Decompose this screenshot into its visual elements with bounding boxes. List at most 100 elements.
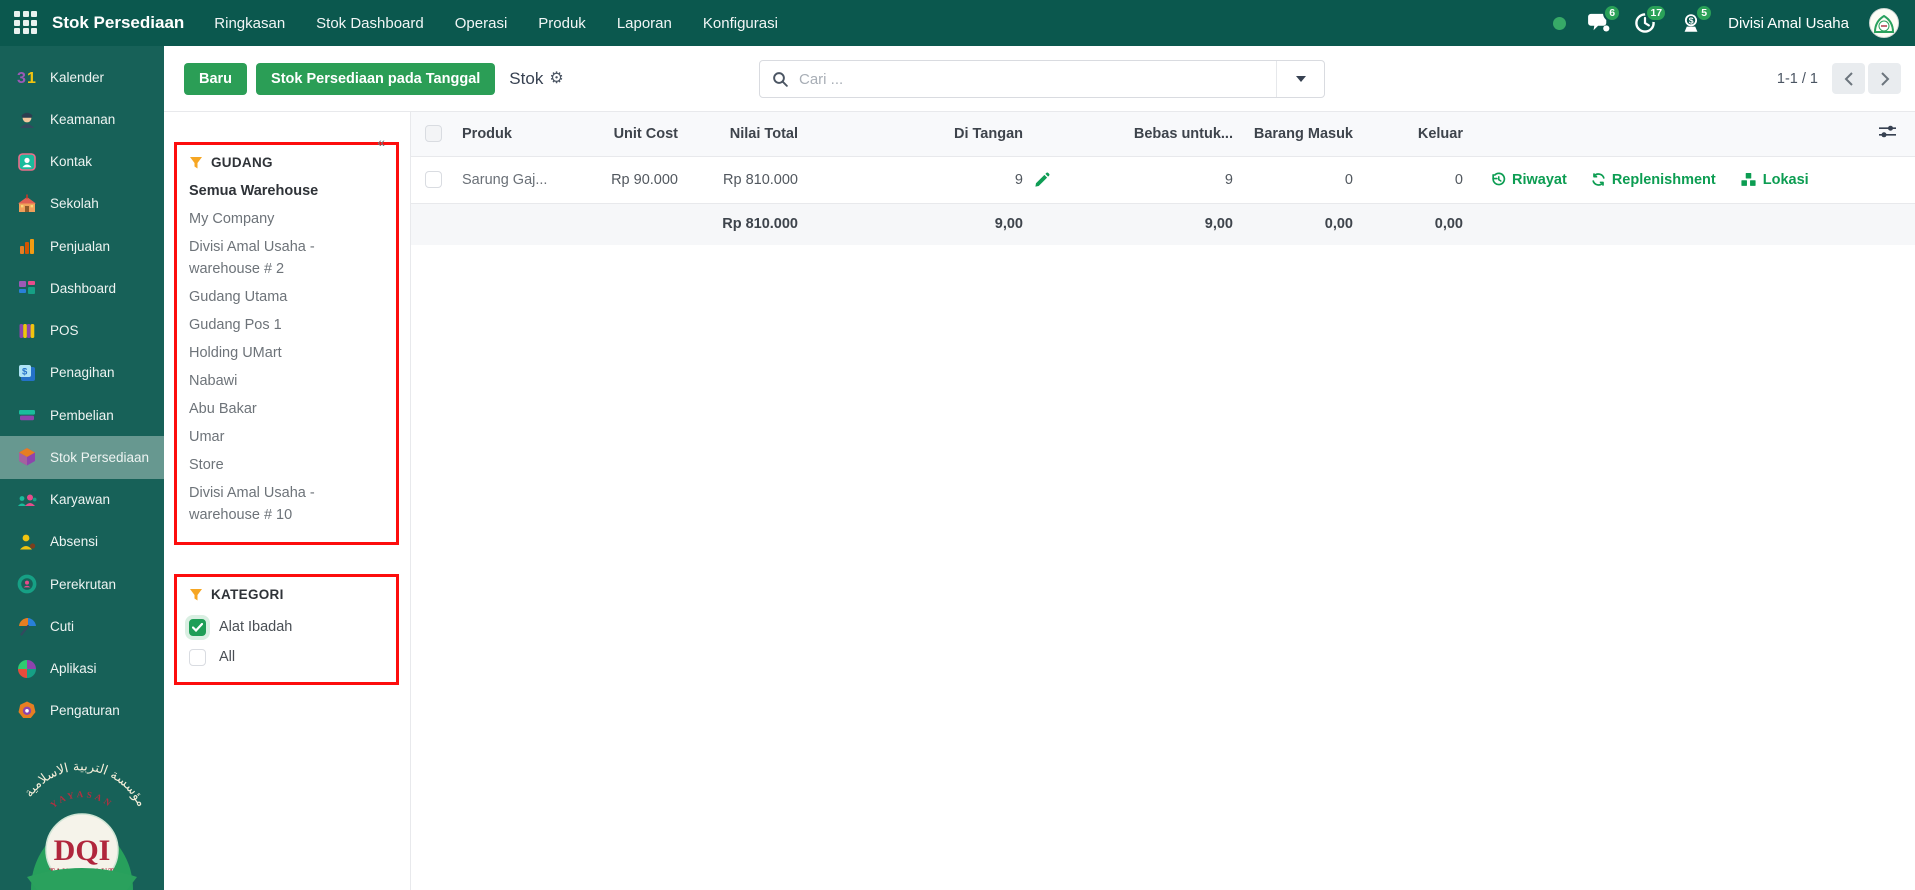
sidebar-item-label: POS <box>50 323 79 338</box>
search-dropdown-toggle[interactable] <box>1276 61 1324 97</box>
sidebar-item-pos[interactable]: POS <box>0 310 164 352</box>
sidebar-item-kalender[interactable]: 31 Kalender <box>0 56 164 98</box>
sidebar-item-perekrutan[interactable]: Perekrutan <box>0 563 164 605</box>
checkbox-unchecked[interactable] <box>189 649 206 666</box>
warehouse-filter-item[interactable]: Nabawi <box>189 370 387 392</box>
column-header-unit-cost[interactable]: Unit Cost <box>590 112 680 156</box>
company-switcher[interactable]: Divisi Amal Usaha <box>1728 15 1849 32</box>
edit-pencil-icon[interactable] <box>1034 172 1050 188</box>
warehouse-filter-item[interactable]: Divisi Amal Usaha - warehouse # 2 <box>189 236 387 280</box>
row-checkbox[interactable] <box>425 171 442 188</box>
pager-previous-button[interactable] <box>1832 63 1865 94</box>
dashboard-icon <box>15 277 38 300</box>
nav-item-konfigurasi[interactable]: Konfigurasi <box>703 15 778 32</box>
filter-funnel-icon <box>189 588 203 602</box>
sidebar-item-aplikasi[interactable]: Aplikasi <box>0 648 164 690</box>
warehouse-filter-item[interactable]: Gudang Pos 1 <box>189 314 387 336</box>
sidebar-item-cuti[interactable]: Cuti <box>0 605 164 647</box>
cell-edit <box>1025 156 1060 203</box>
nav-item-ringkasan[interactable]: Ringkasan <box>214 15 285 32</box>
warehouse-filter-item[interactable]: Holding UMart <box>189 342 387 364</box>
column-header-nilai-total[interactable]: Nilai Total <box>680 112 800 156</box>
optional-columns-icon[interactable] <box>1878 124 1897 139</box>
filter-panel: « GUDANG Semua Warehouse My Company Divi… <box>164 112 411 890</box>
sidebar-item-label: Kontak <box>50 154 92 169</box>
breadcrumb-title: Stok <box>509 69 543 89</box>
activities-icon[interactable]: 17 <box>1632 10 1658 36</box>
stock-at-date-button[interactable]: Stok Persediaan pada Tanggal <box>256 63 495 95</box>
warehouse-filter-section: « GUDANG Semua Warehouse My Company Divi… <box>174 142 399 545</box>
action-gear-icon[interactable]: ⚙ <box>549 71 563 87</box>
category-filter-item[interactable]: All <box>189 642 387 672</box>
location-button[interactable]: Lokasi <box>1740 172 1809 188</box>
app-title[interactable]: Stok Persediaan <box>52 13 184 33</box>
svg-text:YAYASAN: YAYASAN <box>48 789 115 810</box>
checkbox-checked[interactable] <box>189 619 206 636</box>
sidebar-item-pengaturan[interactable]: Pengaturan <box>0 690 164 732</box>
apps-grid-icon[interactable] <box>14 11 38 35</box>
cell-di-tangan[interactable]: 9 <box>800 156 1025 203</box>
warehouse-filter-item[interactable]: Semua Warehouse <box>189 180 387 202</box>
filter-title: KATEGORI <box>211 587 284 602</box>
select-all-checkbox[interactable] <box>425 125 442 142</box>
sidebar-item-label: Dashboard <box>50 281 116 296</box>
footer-empty <box>590 203 680 245</box>
pos-awning-icon <box>15 319 38 342</box>
collapse-panel-icon[interactable]: « <box>377 135 385 149</box>
attendance-icon <box>15 530 38 553</box>
cell-produk[interactable]: Sarung Gaj... <box>455 156 590 203</box>
table-row[interactable]: Sarung Gaj... Rp 90.000 Rp 810.000 9 9 0… <box>411 156 1915 203</box>
cell-unit-cost[interactable]: Rp 90.000 <box>590 156 680 203</box>
stock-list-view: Produk Unit Cost Nilai Total Di Tangan B… <box>411 112 1915 890</box>
search-input[interactable] <box>799 71 1276 88</box>
warehouse-filter-item[interactable]: Divisi Amal Usaha - warehouse # 10 <box>189 482 387 526</box>
cell-bebas[interactable]: 9 <box>1060 156 1235 203</box>
nav-item-operasi[interactable]: Operasi <box>455 15 508 32</box>
warehouse-filter-item[interactable]: Umar <box>189 426 387 448</box>
sidebar-item-absensi[interactable]: Absensi <box>0 521 164 563</box>
caret-down-icon <box>1296 76 1306 82</box>
sidebar-item-pembelian[interactable]: Pembelian <box>0 394 164 436</box>
warehouse-filter-item[interactable]: Abu Bakar <box>189 398 387 420</box>
warehouse-filter-header: GUDANG <box>189 155 387 170</box>
boxes-icon <box>1740 172 1757 187</box>
footer-empty <box>455 203 590 245</box>
column-header-bebas[interactable]: Bebas untuk... <box>1060 112 1235 156</box>
sidebar-item-penjualan[interactable]: Penjualan <box>0 225 164 267</box>
column-header-keluar[interactable]: Keluar <box>1355 112 1465 156</box>
warehouse-filter-item[interactable]: Gudang Utama <box>189 286 387 308</box>
svg-text:مؤسسة التربية الاسلامية: مؤسسة التربية الاسلامية <box>22 759 149 809</box>
sidebar-item-stok-persediaan[interactable]: Stok Persediaan <box>0 436 164 478</box>
sidebar-item-keamanan[interactable]: Keamanan <box>0 98 164 140</box>
sidebar-item-label: Kalender <box>50 70 104 85</box>
category-filter-item[interactable]: Alat Ibadah <box>189 612 387 642</box>
nav-item-laporan[interactable]: Laporan <box>617 15 672 32</box>
sidebar-item-sekolah[interactable]: Sekolah <box>0 183 164 225</box>
contacts-icon <box>15 150 38 173</box>
column-header-barang-masuk[interactable]: Barang Masuk <box>1235 112 1355 156</box>
history-button[interactable]: Riwayat <box>1491 172 1567 188</box>
sidebar-item-karyawan[interactable]: Karyawan <box>0 479 164 521</box>
pager-next-button[interactable] <box>1868 63 1901 94</box>
user-avatar[interactable] <box>1869 8 1899 38</box>
sidebar-item-dashboard[interactable]: Dashboard <box>0 267 164 309</box>
cell-keluar[interactable]: 0 <box>1355 156 1465 203</box>
warehouse-filter-item[interactable]: My Company <box>189 208 387 230</box>
sidebar-item-kontak[interactable]: Kontak <box>0 141 164 183</box>
cell-nilai-total[interactable]: Rp 810.000 <box>680 156 800 203</box>
requests-icon[interactable]: $ 5 <box>1678 10 1704 36</box>
nav-item-produk[interactable]: Produk <box>538 15 586 32</box>
column-header-produk[interactable]: Produk <box>455 112 590 156</box>
replenishment-button[interactable]: Replenishment <box>1591 172 1716 188</box>
column-header-di-tangan[interactable]: Di Tangan <box>800 112 1025 156</box>
workspace: « GUDANG Semua Warehouse My Company Divi… <box>164 112 1915 890</box>
warehouse-filter-item[interactable]: Store <box>189 454 387 476</box>
sidebar-item-penagihan[interactable]: $ Penagihan <box>0 352 164 394</box>
messages-icon[interactable]: 6 <box>1586 10 1612 36</box>
nav-item-stok-dashboard[interactable]: Stok Dashboard <box>316 15 424 32</box>
cell-barang-masuk[interactable]: 0 <box>1235 156 1355 203</box>
new-button[interactable]: Baru <box>184 63 247 95</box>
svg-text:1: 1 <box>27 70 36 87</box>
purchase-icon <box>15 404 38 427</box>
avatar-logo-icon <box>1871 10 1897 36</box>
